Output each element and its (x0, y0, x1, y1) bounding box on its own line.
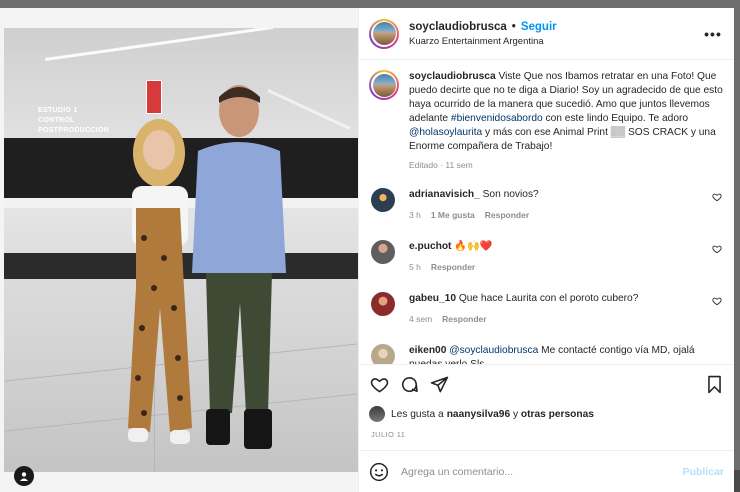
man-figure (192, 85, 286, 449)
comment-mention[interactable]: @soyclaudiobrusca (449, 345, 538, 356)
follow-button[interactable]: Seguir (521, 21, 557, 33)
comment-avatar[interactable] (371, 292, 395, 316)
post-side-panel: soyclaudiobrusca • Seguir Kuarzo Enterta… (359, 8, 734, 492)
comment-username[interactable]: eiken00 (409, 345, 446, 356)
comment-item: e.puchot 🔥🙌❤️ 5 h Responder (369, 240, 724, 274)
comment-username[interactable]: e.puchot (409, 241, 451, 252)
comment-item: eiken00 @soyclaudiobrusca Me contacté co… (369, 344, 724, 364)
author-username[interactable]: soyclaudiobrusca (409, 21, 507, 33)
comment-input[interactable] (401, 465, 683, 478)
caption-username[interactable]: soyclaudiobrusca (409, 71, 496, 82)
separator-dot: • (511, 20, 516, 33)
add-comment-bar: Publicar (359, 450, 734, 492)
publish-button[interactable]: Publicar (683, 466, 724, 478)
share-icon[interactable] (429, 375, 449, 395)
post-modal: ESTUDIO 1 CONTROL POSTPRODUCCION soyclau… (0, 8, 734, 492)
save-icon[interactable] (704, 375, 724, 395)
action-bar (359, 364, 734, 404)
likes-prefix: Les gusta a (391, 408, 444, 420)
user-tag-icon[interactable] (14, 466, 34, 486)
photo-content: ESTUDIO 1 CONTROL POSTPRODUCCION (4, 28, 358, 472)
emoji-icon[interactable] (369, 462, 389, 482)
post-date[interactable]: JULIO 11 (359, 424, 734, 450)
caption-time[interactable]: 11 sem (445, 160, 472, 170)
comment-icon[interactable] (399, 375, 419, 395)
post-header: soyclaudiobrusca • Seguir Kuarzo Enterta… (359, 8, 734, 60)
likes-mid: y (510, 408, 521, 420)
comment-time[interactable]: 5 h (409, 262, 421, 272)
heart-icon[interactable] (369, 375, 389, 395)
heart-icon[interactable] (712, 244, 722, 254)
reply-button[interactable]: Responder (485, 210, 529, 220)
edited-label: Editado (409, 160, 438, 170)
more-icon[interactable]: ••• (702, 26, 724, 42)
reply-button[interactable]: Responder (431, 262, 475, 272)
comment-text: Son novios? (482, 189, 539, 200)
caption-mention[interactable]: @holasoylaurita (409, 127, 482, 138)
comment-username[interactable]: gabeu_10 (409, 293, 456, 304)
post-caption: soyclaudiobrusca Viste Que nos Ibamos re… (369, 70, 724, 170)
caption-avatar[interactable] (369, 70, 399, 100)
comment-item: gabeu_10 Que hace Laurita con el poroto … (369, 292, 724, 326)
studio-sign: ESTUDIO 1 CONTROL POSTPRODUCCION (38, 107, 110, 134)
comment-item: adrianavisich_ Son novios? 3 h 1 Me gusta… (369, 188, 724, 222)
liker-username[interactable]: naanysilva96 (447, 409, 510, 420)
post-location[interactable]: Kuarzo Entertainment Argentina (409, 36, 702, 47)
comment-avatar[interactable] (371, 240, 395, 264)
comment-likes[interactable]: 1 Me gusta (431, 210, 475, 220)
comment-time[interactable]: 3 h (409, 210, 421, 220)
caption-text-2: con este lindo Equipo. Te adoro (542, 113, 689, 124)
likes-summary: Les gusta a naanysilva96 y otras persona… (359, 404, 734, 424)
comment-avatar[interactable] (371, 188, 395, 212)
heart-icon[interactable] (712, 296, 722, 306)
heart-icon[interactable] (712, 192, 722, 202)
comment-time[interactable]: 4 sem (409, 314, 432, 324)
comment-text: Que hace Laurita con el poroto cubero? (458, 293, 639, 304)
caption-hashtag[interactable]: #bienvenidosabordo (451, 113, 543, 124)
comments-scroll[interactable]: soyclaudiobrusca Viste Que nos Ibamos re… (359, 60, 734, 364)
post-photo[interactable]: ESTUDIO 1 CONTROL POSTPRODUCCION (0, 8, 359, 492)
reply-button[interactable]: Responder (442, 314, 486, 324)
liker-avatar[interactable] (369, 406, 385, 422)
comment-avatar[interactable] (371, 344, 395, 364)
author-avatar[interactable] (369, 18, 399, 49)
likes-others[interactable]: otras personas (521, 409, 594, 420)
comment-text: 🔥🙌❤️ (454, 241, 493, 252)
comment-username[interactable]: adrianavisich_ (409, 189, 480, 200)
